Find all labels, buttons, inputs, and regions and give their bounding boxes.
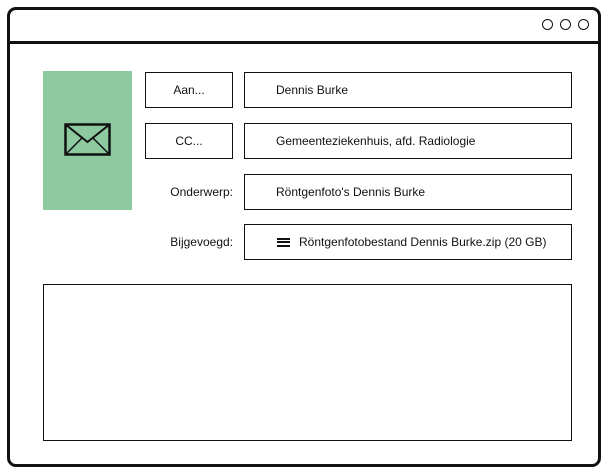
message-body-textarea[interactable] [43,284,572,441]
attachment-filename: Röntgenfotobestand Dennis Burke.zip (20 … [299,235,547,249]
mail-icon-panel [43,71,132,210]
window-control-dot-2[interactable] [560,19,571,30]
window-control-dot-1[interactable] [542,19,553,30]
subject-label: Onderwerp: [170,185,233,199]
attachment-label: Bijgevoegd: [170,235,233,249]
cc-field[interactable]: Gemeenteziekenhuis, afd. Radiologie [244,123,572,159]
cc-button[interactable]: CC... [145,123,233,159]
to-field[interactable]: Dennis Burke [244,72,572,108]
window-control-dot-3[interactable] [578,19,589,30]
envelope-icon [64,123,111,156]
attachment-lines-icon [277,237,290,247]
subject-field[interactable]: Röntgenfoto's Dennis Burke [244,174,572,210]
to-button[interactable]: Aan... [145,72,233,108]
attachment-field[interactable]: Röntgenfotobestand Dennis Burke.zip (20 … [244,224,572,260]
title-bar [10,10,598,44]
